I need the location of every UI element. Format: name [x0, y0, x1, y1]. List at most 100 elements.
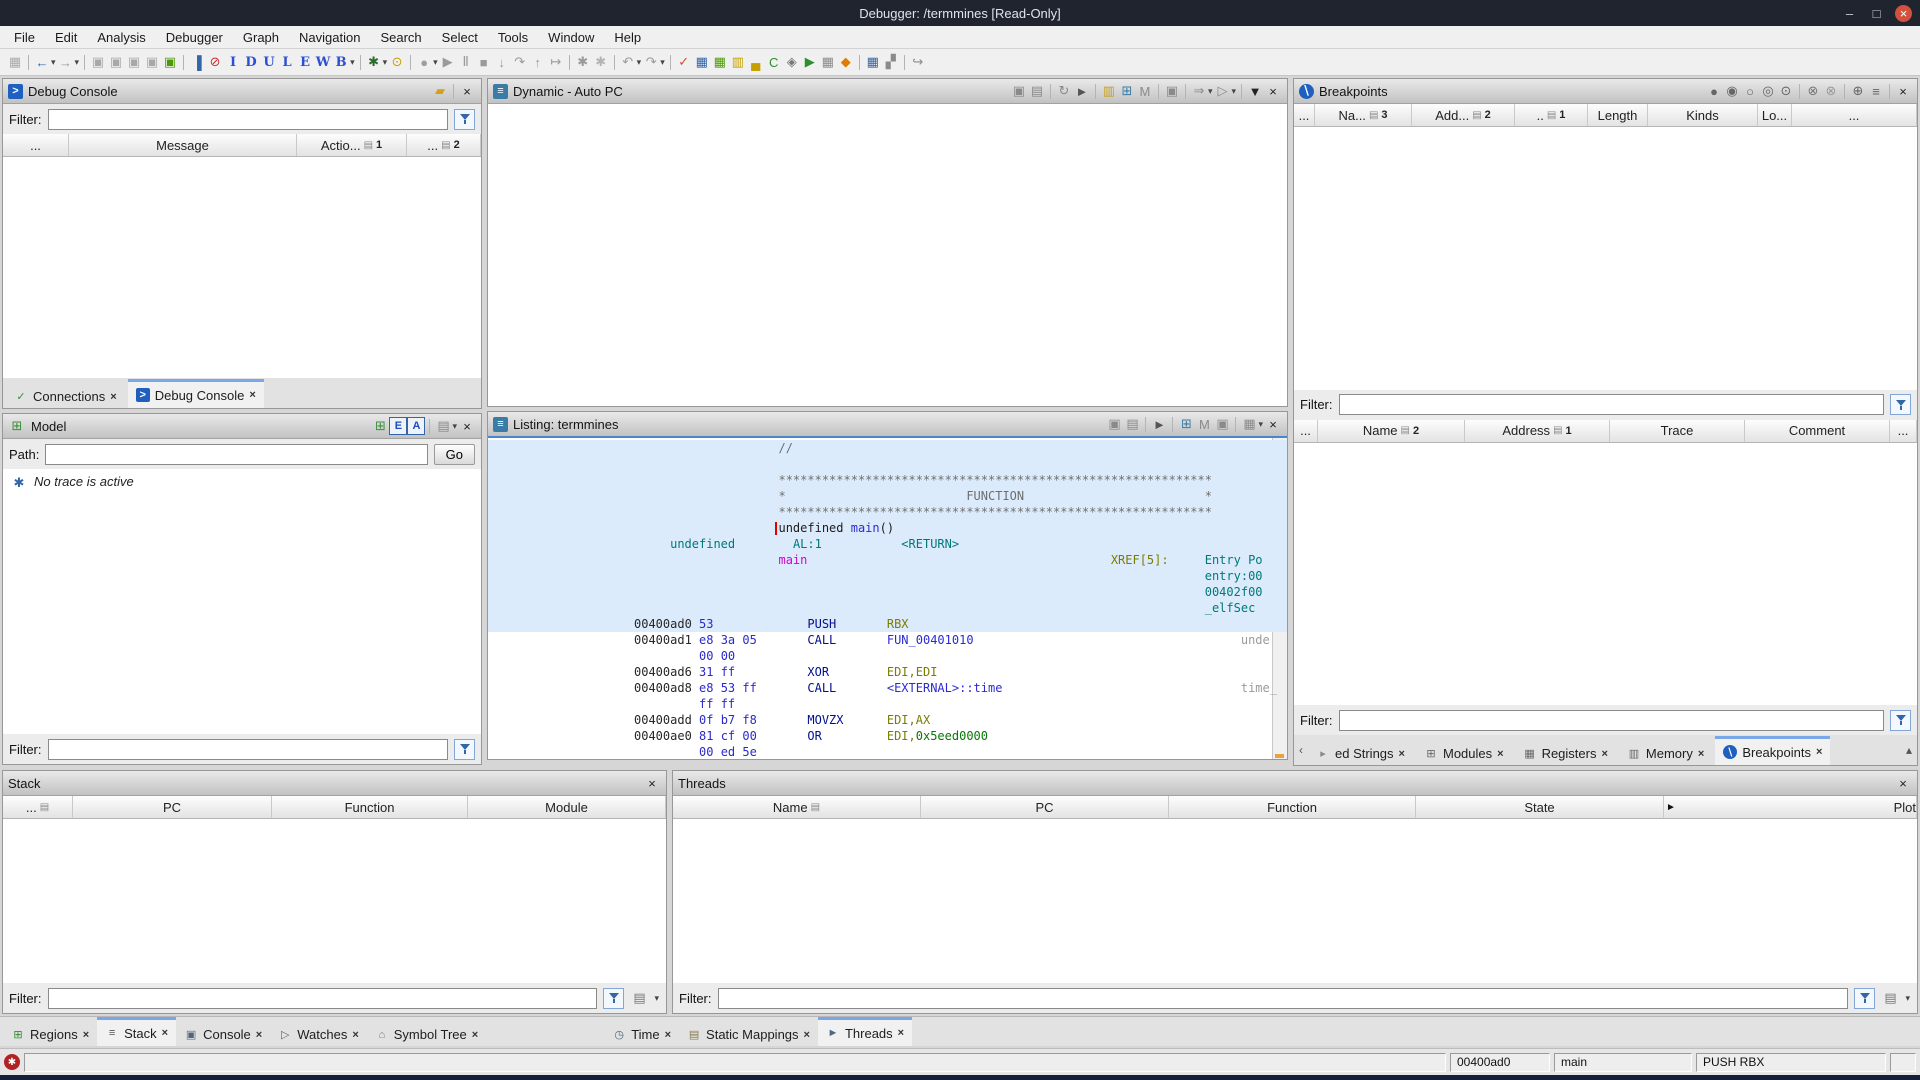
clipboard-icon[interactable]: ▤	[434, 417, 452, 435]
machine-tool-icon[interactable]: ▞	[882, 53, 900, 71]
panel-menu-icon[interactable]: ▼	[1246, 82, 1264, 100]
filter-funnel-icon[interactable]	[1890, 394, 1911, 415]
stack-header[interactable]: Stack ×	[3, 771, 666, 796]
tab-overflow-right-icon[interactable]: ▴	[1904, 743, 1914, 757]
filter-locations-icon[interactable]: ⊕	[1849, 82, 1867, 100]
launch-target-icon[interactable]: ✱	[365, 53, 383, 71]
tab-close-icon[interactable]: ×	[665, 1029, 671, 1041]
calendar-icon[interactable]: ▥	[729, 53, 747, 71]
goto-icon[interactable]: ⇒	[1190, 82, 1208, 100]
menu-select[interactable]: Select	[432, 28, 488, 47]
dropdown-arrow-icon[interactable]: ▾	[637, 57, 642, 68]
compare-icon[interactable]: M	[1136, 82, 1154, 100]
close-button[interactable]: ×	[1895, 4, 1912, 22]
listing-line[interactable]: * FUNCTION *	[488, 488, 1287, 504]
disconnect-icon[interactable]: ✱	[574, 53, 592, 71]
make-effective-icon[interactable]: ⊙	[1777, 82, 1795, 100]
column-header-plot[interactable]: Plot ►	[1664, 796, 1917, 818]
breakpoint-locations-filter-input[interactable]	[1338, 709, 1884, 731]
threads-table-body[interactable]	[673, 819, 1917, 983]
column-header-more[interactable]: ...	[1890, 419, 1917, 442]
cursor-tracking-icon[interactable]: ►	[1150, 415, 1168, 433]
dropdown-arrow-icon[interactable]: ▾	[1231, 86, 1236, 97]
interrupt-icon[interactable]: Ⅱ	[457, 53, 475, 71]
tab-close-icon[interactable]: ×	[256, 1029, 262, 1041]
breakpoints-header[interactable]: ∖ Breakpoints ● ◉ ○ ◎ ⊙ ⊗ ⊗ ⊕ ≡ ×	[1294, 79, 1917, 104]
listing-line[interactable]: main XREF[5]: Entry Po	[488, 552, 1287, 568]
letter-l-icon[interactable]: L	[278, 53, 296, 71]
diamond-tool-icon[interactable]: ◆	[837, 53, 855, 71]
column-header-function[interactable]: Function	[272, 796, 468, 818]
dropdown-arrow-icon[interactable]: ▾	[433, 57, 438, 68]
listing-body[interactable]: //**************************************…	[488, 438, 1287, 759]
stack-table-body[interactable]	[3, 819, 666, 983]
paste-icon[interactable]: ▣	[89, 53, 107, 71]
model-filter-input[interactable]	[47, 738, 448, 760]
tab-close-icon[interactable]: ×	[352, 1029, 358, 1041]
listing-line[interactable]: 00400ad1 e8 3a 05 CALL FUN_00401010 unde	[488, 632, 1287, 648]
field-header-icon[interactable]: ▦	[1240, 415, 1258, 433]
column-header-function[interactable]: Function	[1169, 796, 1416, 818]
disconnect-all-icon[interactable]: ✱	[592, 53, 610, 71]
column-settings-icon[interactable]: ▤	[630, 989, 648, 1007]
track-pc-icon[interactable]: ⊞	[1118, 82, 1136, 100]
dropdown-arrow-icon[interactable]: ▾	[452, 421, 457, 432]
listing-line[interactable]: ****************************************…	[488, 472, 1287, 488]
tab-close-icon[interactable]: ×	[472, 1029, 478, 1041]
tab-close-icon[interactable]: ×	[1399, 748, 1405, 760]
clear-breakpoint-icon[interactable]: ⊗	[1804, 82, 1822, 100]
dropdown-arrow-icon[interactable]: ▾	[660, 57, 665, 68]
column-header-trace[interactable]: Trace	[1610, 419, 1745, 442]
dropdown-arrow-icon[interactable]: ▾	[1208, 86, 1213, 97]
run-script-icon[interactable]: ▶	[801, 53, 819, 71]
tab-close-icon[interactable]: ×	[1497, 748, 1503, 760]
dynamic-header[interactable]: ≡ Dynamic - Auto PC ▣ ▤ ↻ ► ▥ ⊞ M ▣ ⇒ ▾ ▷ ▾ ▼ ×	[488, 79, 1287, 104]
filter-funnel-icon[interactable]	[454, 738, 475, 760]
dropdown-arrow-icon[interactable]: ▾	[654, 993, 659, 1004]
listing-line[interactable]: entry:00	[488, 568, 1287, 584]
dropdown-arrow-icon[interactable]: ▾	[1905, 993, 1910, 1004]
tab-connections[interactable]: ✓ Connections ×	[6, 383, 125, 408]
close-icon[interactable]: ×	[458, 82, 476, 100]
breakpoints-filter-input[interactable]	[1338, 394, 1884, 415]
maximize-button[interactable]: □	[1868, 5, 1885, 22]
show-tree-icon[interactable]: ⊞	[371, 417, 389, 435]
show-attributes-icon[interactable]: A	[407, 417, 426, 435]
listing-line[interactable]: 00 ed 5e	[488, 744, 1287, 759]
listing-header[interactable]: ≡ Listing: termmines ▣ ▤ ► ⊞ M ▣ ▦ ▾ ×	[488, 412, 1287, 438]
copy-icon[interactable]: ▣	[107, 53, 125, 71]
tab-close-icon[interactable]: ×	[249, 389, 255, 401]
dropdown-arrow-icon[interactable]: ▾	[1258, 419, 1263, 430]
listing-line[interactable]: 00400ad0 53 PUSH RBX	[488, 616, 1287, 632]
copy-special-icon[interactable]: ▣	[125, 53, 143, 71]
clear-console-icon[interactable]: ▰	[431, 82, 449, 100]
duplicate-icon[interactable]: ▣	[143, 53, 161, 71]
step-into-icon[interactable]: ↓	[493, 53, 511, 71]
resume-icon[interactable]: ▶	[439, 53, 457, 71]
enable-breakpoint-icon[interactable]: ●	[1705, 82, 1723, 100]
tab-close-icon[interactable]: ×	[110, 391, 116, 403]
tab-threads[interactable]: ► Threads ×	[817, 1017, 913, 1046]
column-header-kinds[interactable]: Kinds	[1648, 104, 1758, 126]
tab-modules[interactable]: ⊞ Modules ×	[1416, 740, 1512, 765]
filter-funnel-icon[interactable]	[454, 108, 475, 130]
tab-watches[interactable]: ▷ Watches ×	[270, 1021, 367, 1046]
tab-regions[interactable]: ⊞ Regions ×	[3, 1021, 97, 1046]
filter-funnel-icon[interactable]	[1890, 709, 1911, 731]
threads-filter-input[interactable]	[717, 987, 1849, 1009]
tab-overflow-left-icon[interactable]: ‹	[1297, 743, 1305, 757]
clear-flow-icon[interactable]: ⊘	[206, 53, 224, 71]
tab-memory[interactable]: ▥ Memory ×	[1619, 740, 1712, 765]
listing-line[interactable]	[488, 456, 1287, 472]
column-header-state[interactable]: State	[1416, 796, 1664, 818]
bookmark-cursor-icon[interactable]: ▐	[188, 53, 206, 71]
column-header-actio[interactable]: Actio... ▤ 1	[297, 134, 407, 156]
auto-read-memory-icon[interactable]: ▥	[1100, 82, 1118, 100]
database-icon[interactable]: ▄	[747, 53, 765, 71]
listing-line[interactable]: undefined AL:1 <RETURN>	[488, 536, 1287, 552]
column-header-comment[interactable]: Comment	[1745, 419, 1890, 442]
step-last-icon[interactable]: ↦	[547, 53, 565, 71]
dropdown-arrow-icon[interactable]: ▾	[383, 57, 388, 68]
close-icon[interactable]: ×	[643, 774, 661, 792]
menu-analysis[interactable]: Analysis	[87, 28, 155, 47]
